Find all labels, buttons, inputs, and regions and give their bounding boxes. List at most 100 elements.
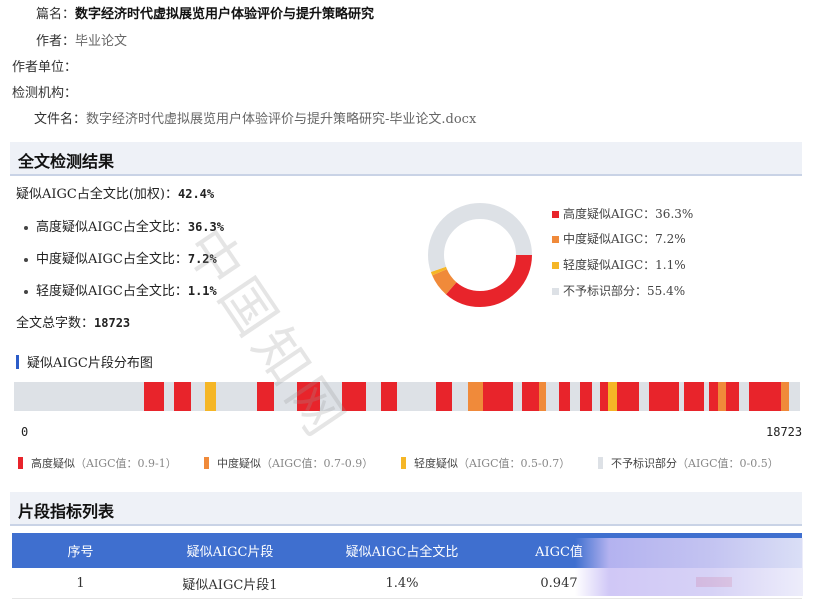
result-section-title: 全文检测结果: [18, 152, 115, 171]
distribution-segment-high[interactable]: [708, 382, 718, 411]
distribution-segment-high[interactable]: [748, 382, 781, 411]
meta-institution-row: 检测机构：: [0, 84, 92, 104]
overall-ratio-label: 疑似AIGC占全文比(加权)：: [16, 187, 178, 202]
distribution-segment-high[interactable]: [296, 382, 320, 411]
distribution-segment-high[interactable]: [521, 382, 539, 411]
distribution-segment-high[interactable]: [599, 382, 608, 411]
distribution-segment-high[interactable]: [341, 382, 366, 411]
legend-high: 高度疑似AIGC：36.3%: [552, 205, 693, 222]
low-ratio-value: 1.1%: [187, 284, 217, 298]
key-none-swatch: [598, 457, 603, 469]
high-ratio: 高度疑似AIGC占全文比：36.3%: [24, 216, 224, 235]
col-value: AIGC值: [493, 533, 625, 568]
distribution-segment-high[interactable]: [482, 382, 513, 411]
mid-ratio-label: 中度疑似AIGC占全文比：: [36, 252, 188, 267]
segment-table: 序号 疑似AIGC片段 疑似AIGC占全文比 AIGC值 1 疑似AIGC片段1…: [12, 533, 802, 599]
meta-file-label: 文件名：: [33, 112, 86, 127]
distribution-segment-high[interactable]: [435, 382, 452, 411]
legend-mid-label: 中度疑似AIGC：7.2%: [563, 232, 686, 246]
legend-high-label: 高度疑似AIGC：36.3%: [563, 207, 694, 221]
distribution-segment-high[interactable]: [380, 382, 397, 411]
segment-section-title: 片段指标列表: [18, 502, 115, 521]
low-ratio-label: 轻度疑似AIGC占全文比：: [36, 284, 188, 299]
col-ratio: 疑似AIGC占全文比: [311, 533, 493, 568]
segment-section-header: 片段指标列表: [10, 492, 802, 526]
meta-file-value: 数字经济时代虚拟展览用户体验评价与提升策略研究-毕业论文.docx: [86, 112, 477, 127]
overall-ratio: 疑似AIGC占全文比(加权)：42.4%: [16, 183, 214, 202]
key-none-name: 不予标识部分: [611, 457, 677, 470]
result-section-header: 全文检测结果: [10, 142, 802, 176]
row-segment-name[interactable]: 疑似AIGC片段1: [149, 568, 311, 599]
key-mid-name: 中度疑似: [217, 457, 261, 470]
row-level-bar-cell: [625, 568, 802, 599]
legend-none-swatch: [552, 288, 559, 295]
segment-table-header: 序号 疑似AIGC片段 疑似AIGC占全文比 AIGC值: [12, 533, 802, 568]
key-high-name: 高度疑似: [31, 457, 75, 470]
meta-title-value: 数字经济时代虚拟展览用户体验评价与提升策略研究: [75, 7, 375, 22]
distribution-segment-high[interactable]: [683, 382, 704, 411]
bullet-icon: [24, 225, 28, 230]
distribution-segment-high[interactable]: [579, 382, 592, 411]
key-high-swatch: [18, 457, 23, 469]
col-index: 序号: [12, 533, 149, 568]
col-level: [625, 533, 802, 568]
low-ratio: 轻度疑似AIGC占全文比：1.1%: [24, 280, 217, 299]
distribution-segment-mid[interactable]: [780, 382, 789, 411]
total-chars: 全文总字数：18723: [16, 312, 130, 331]
key-none: 不予标识部分（AIGC值：0-0.5）: [598, 455, 779, 471]
meta-title-label: 篇名：: [35, 7, 75, 22]
high-ratio-value: 36.3%: [187, 220, 224, 234]
distribution-segment-high[interactable]: [725, 382, 739, 411]
meta-title-row: 篇名：数字经济时代虚拟展览用户体验评价与提升策略研究: [0, 5, 374, 25]
aigc-donut-chart: [428, 203, 532, 307]
distribution-segment-low[interactable]: [204, 382, 216, 411]
meta-author-value: 毕业论文: [75, 34, 128, 49]
distribution-segment-mid[interactable]: [538, 382, 546, 411]
distribution-segment-high[interactable]: [143, 382, 164, 411]
row-ratio: 1.4%: [311, 568, 493, 599]
meta-affiliation-label: 作者单位：: [12, 60, 78, 75]
legend-none: 不予标识部分：55.4%: [552, 282, 685, 299]
bullet-icon: [24, 289, 28, 294]
distribution-segment-low[interactable]: [607, 382, 617, 411]
distribution-segment-high[interactable]: [616, 382, 639, 411]
watermark-text: 中国知网: [172, 217, 360, 452]
bullet-icon: [24, 257, 28, 262]
mid-ratio-value: 7.2%: [187, 252, 217, 266]
meta-author-row: 作者：毕业论文: [0, 32, 127, 52]
distribution-start-label: 0: [21, 425, 29, 439]
legend-low: 轻度疑似AIGC：1.1%: [552, 256, 686, 273]
key-low-range: （AIGC值：0.5-0.7）: [458, 457, 571, 470]
key-mid-range: （AIGC值：0.7-0.9）: [261, 457, 374, 470]
distribution-segment-high[interactable]: [173, 382, 191, 411]
key-mid: 中度疑似（AIGC值：0.7-0.9）: [204, 455, 373, 471]
col-segment: 疑似AIGC片段: [149, 533, 311, 568]
key-high-range: （AIGC值：0.9-1）: [75, 457, 177, 470]
legend-mid: 中度疑似AIGC：7.2%: [552, 230, 686, 247]
mid-ratio: 中度疑似AIGC占全文比：7.2%: [24, 248, 217, 267]
distribution-segment-mid[interactable]: [467, 382, 483, 411]
distribution-title: 疑似AIGC片段分布图: [16, 352, 153, 371]
high-ratio-label: 高度疑似AIGC占全文比：: [36, 220, 188, 235]
key-none-range: （AIGC值：0-0.5）: [677, 457, 779, 470]
meta-affiliation-row: 作者单位：: [0, 58, 92, 78]
row-aigc-value: 0.947: [493, 568, 625, 599]
distribution-segment-mid[interactable]: [717, 382, 726, 411]
distribution-segment-high[interactable]: [558, 382, 570, 411]
key-low: 轻度疑似（AIGC值：0.5-0.7）: [401, 455, 570, 471]
legend-low-swatch: [552, 262, 559, 269]
key-high: 高度疑似（AIGC值：0.9-1）: [18, 455, 177, 471]
table-row[interactable]: 1 疑似AIGC片段1 1.4% 0.947: [12, 568, 802, 599]
key-low-swatch: [401, 457, 406, 469]
total-chars-label: 全文总字数：: [16, 316, 95, 331]
distribution-segment-high[interactable]: [256, 382, 274, 411]
distribution-end-label: 18723: [766, 425, 803, 439]
legend-none-label: 不予标识部分：55.4%: [563, 284, 686, 298]
meta-author-label: 作者：: [35, 34, 75, 49]
distribution-segment-high[interactable]: [648, 382, 679, 411]
row-level-bar: [695, 576, 732, 587]
key-mid-swatch: [204, 457, 209, 469]
legend-mid-swatch: [552, 236, 559, 243]
total-chars-value: 18723: [94, 316, 131, 330]
row-index: 1: [12, 568, 149, 599]
